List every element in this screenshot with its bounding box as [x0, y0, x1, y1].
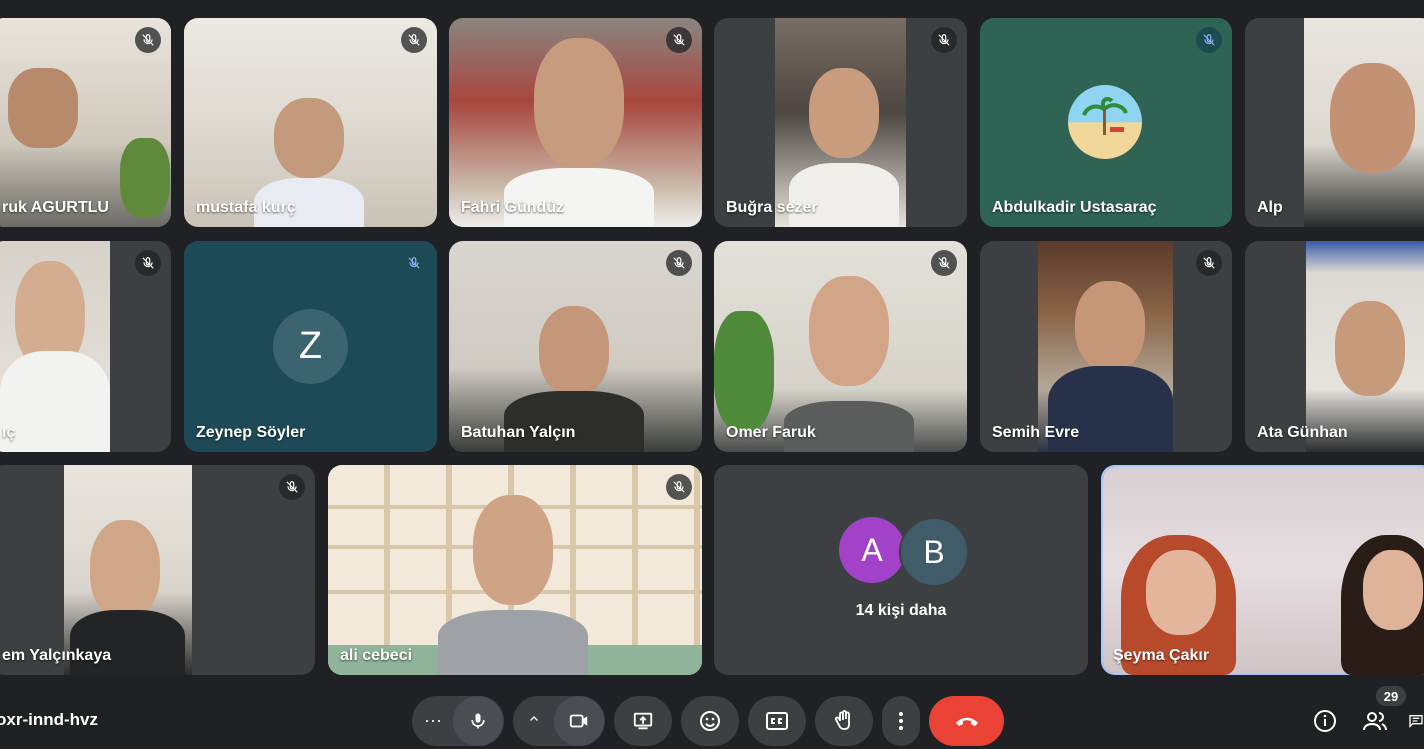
participant-name: Semih Evre [992, 424, 1080, 441]
person-jacket [0, 351, 110, 452]
captions-icon [766, 712, 788, 730]
plant [714, 311, 774, 431]
person-figure [1335, 301, 1405, 396]
mic-off-icon [279, 474, 305, 500]
participant-tile[interactable]: Batuhan Yalçın [449, 241, 702, 452]
participant-name: Batuhan Yalçın [461, 424, 576, 441]
participant-name: Şeyma Çakır [1113, 647, 1210, 664]
participant-tile[interactable]: em Yalçınkaya [0, 465, 315, 675]
avatar: A [839, 517, 905, 583]
participant-name: Ata Günhan [1257, 424, 1348, 441]
participant-tile[interactable]: Şeyma Çakır [1101, 465, 1424, 675]
participant-tile[interactable]: Abdulkadir Ustasaraç [980, 18, 1232, 227]
raise-hand-button[interactable] [815, 696, 873, 746]
person-figure [90, 520, 160, 620]
more-vert-icon [899, 712, 903, 730]
mic-off-icon [401, 27, 427, 53]
more-participants-label: 14 kişi daha [855, 602, 947, 619]
mic-off-icon [666, 27, 692, 53]
person-figure [809, 276, 889, 386]
mic-off-icon [135, 27, 161, 53]
mic-off-icon [135, 250, 161, 276]
person-shirt [789, 163, 899, 227]
more-audio-options-icon[interactable]: ⋯ [413, 711, 453, 732]
hang-up-icon [955, 717, 978, 726]
participant-name: ıç [2, 424, 16, 441]
mic-off-icon [666, 474, 692, 500]
participant-name: Buğra sezer [726, 199, 818, 216]
plant [120, 138, 170, 218]
reactions-button[interactable] [681, 696, 739, 746]
hand-icon [834, 710, 850, 730]
person-hoodie [70, 610, 185, 675]
captions-button[interactable] [748, 696, 806, 746]
person-shirt [504, 391, 644, 452]
info-icon [1314, 710, 1336, 732]
participant-tile[interactable]: ıç [0, 241, 171, 452]
video-controls [513, 696, 605, 746]
person-figure [809, 68, 879, 158]
meeting-code: oxr-innd-hvz [0, 710, 98, 729]
participant-name: Fahri Gündüz [461, 199, 565, 216]
participant-name: ruk AGURTLU [2, 199, 109, 216]
participant-tile[interactable]: Semih Evre [980, 241, 1232, 452]
leave-call-button[interactable] [929, 696, 1004, 746]
people-button[interactable] [1362, 708, 1388, 734]
mic-off-icon [1196, 250, 1222, 276]
audio-controls: ⋯ [412, 696, 504, 746]
person-figure [1146, 550, 1216, 635]
chat-icon [1409, 715, 1423, 728]
participant-name: Alp [1257, 199, 1283, 216]
participant-count-badge: 29 [1376, 686, 1406, 706]
camera-icon[interactable] [554, 696, 604, 746]
people-icon [1363, 712, 1387, 731]
participant-tile[interactable]: Fahri Gündüz [449, 18, 702, 227]
more-participants-tile[interactable]: A B 14 kişi daha [714, 465, 1088, 675]
person-figure [1330, 63, 1415, 173]
participant-name: em Yalçınkaya [2, 647, 112, 664]
participant-tile[interactable]: Ata Günhan [1245, 241, 1424, 452]
more-options-button[interactable] [882, 696, 920, 746]
chevron-up-icon[interactable] [514, 712, 554, 730]
mic-off-icon [931, 250, 957, 276]
participant-tile[interactable]: Z Zeynep Söyler [184, 241, 437, 452]
mic-off-icon [401, 250, 427, 276]
beach-avatar [1068, 85, 1142, 159]
participant-tile[interactable]: ali cebeci [328, 465, 702, 675]
participant-name: mustafa kurç [196, 199, 296, 216]
participant-name: Omer Faruk [726, 424, 816, 441]
meeting-details-button[interactable] [1312, 708, 1338, 734]
avatar: B [899, 517, 969, 587]
participant-tile[interactable]: Alp [1245, 18, 1424, 227]
participant-tile[interactable]: ruk AGURTLU [0, 18, 171, 227]
person-figure [8, 68, 78, 148]
mic-off-icon [1196, 27, 1222, 53]
participant-tile[interactable]: Omer Faruk [714, 241, 967, 452]
person-figure [534, 38, 624, 168]
participant-name: Zeynep Söyler [196, 424, 306, 441]
person-figure [473, 495, 553, 605]
present-screen-button[interactable] [614, 696, 672, 746]
participant-tile[interactable]: Buğra sezer [714, 18, 967, 227]
person-figure [539, 306, 609, 396]
participant-name: Abdulkadir Ustasaraç [992, 199, 1157, 216]
mic-off-icon [931, 27, 957, 53]
person-figure [274, 98, 344, 178]
avatar: Z [273, 309, 348, 384]
person-shirt [504, 168, 654, 227]
person-figure [1075, 281, 1145, 371]
person-hoodie [438, 610, 588, 675]
emoji-icon [700, 711, 720, 731]
control-bar: oxr-innd-hvz ⋯ 29 [0, 680, 1424, 749]
person-figure [1363, 550, 1423, 630]
microphone-icon[interactable] [453, 696, 503, 746]
mic-off-icon [666, 250, 692, 276]
chat-button[interactable] [1408, 708, 1424, 734]
participant-tile[interactable]: mustafa kurç [184, 18, 437, 227]
participant-name: ali cebeci [340, 647, 413, 664]
present-screen-icon [633, 712, 653, 730]
